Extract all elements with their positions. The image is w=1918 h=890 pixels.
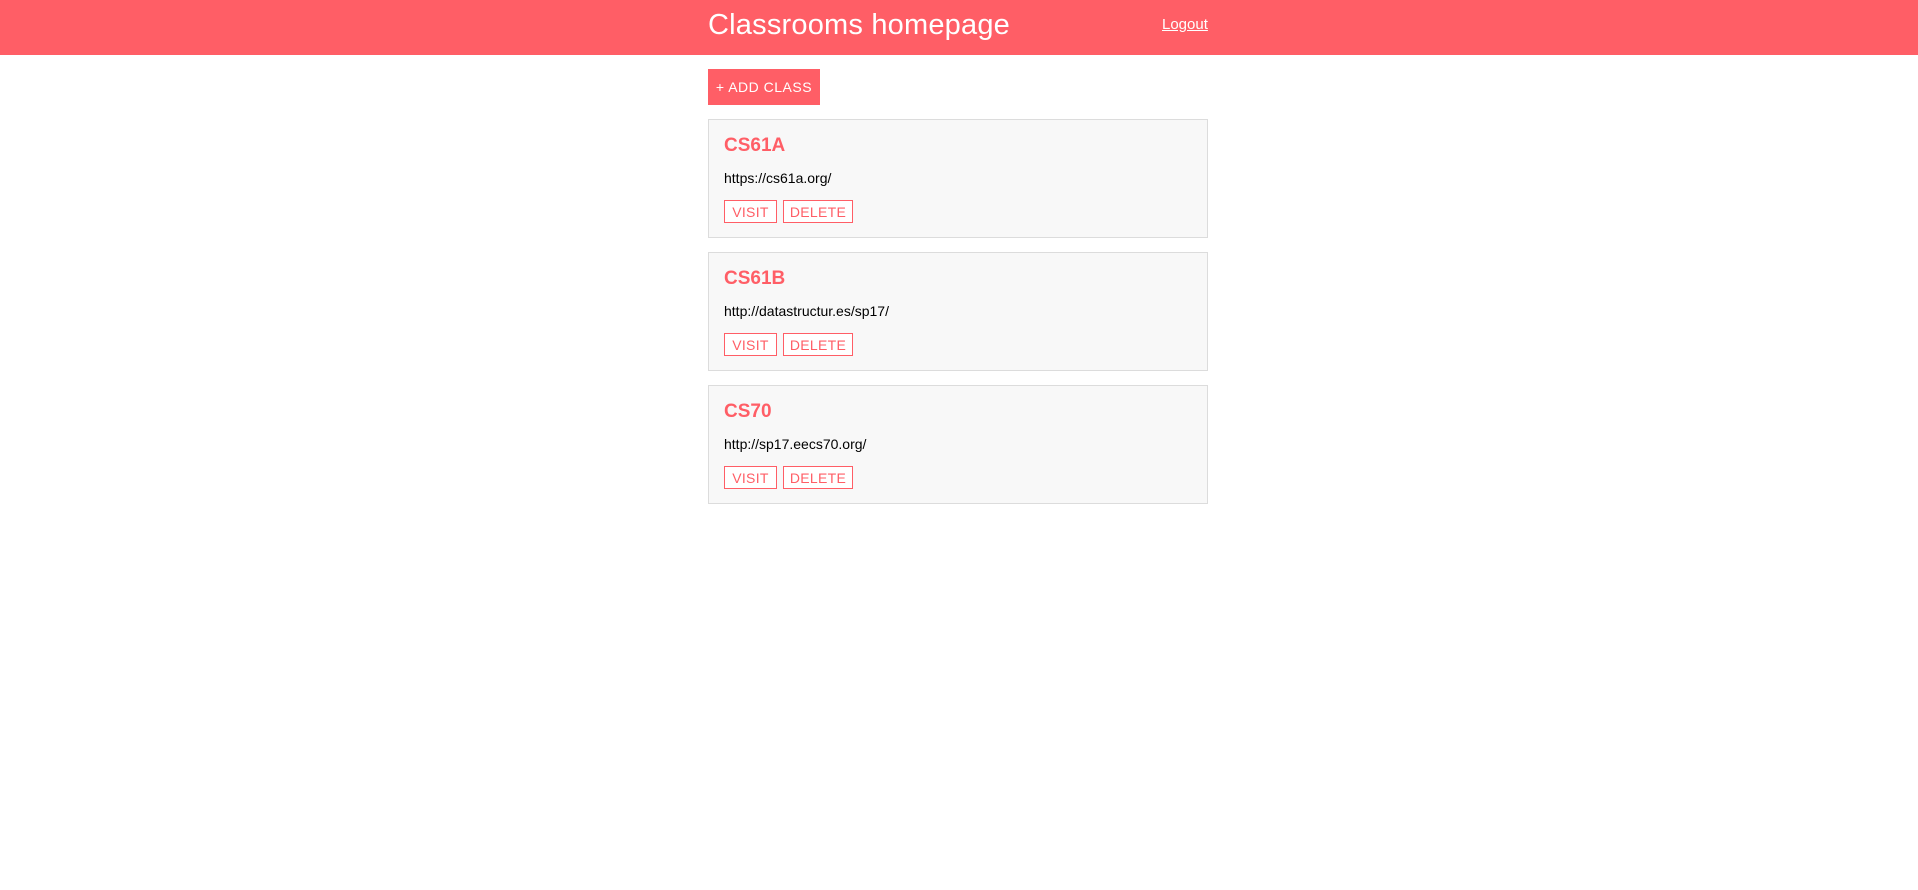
class-url: http://sp17.eecs70.org/ <box>724 436 867 452</box>
class-card: CS61A https://cs61a.org/ VISIT DELETE <box>708 119 1208 238</box>
visit-button[interactable]: VISIT <box>724 200 777 223</box>
class-card: CS61B http://datastructur.es/sp17/ VISIT… <box>708 252 1208 371</box>
delete-button[interactable]: DELETE <box>783 466 853 489</box>
app-header: Classrooms homepage Logout <box>0 0 1918 55</box>
class-name: CS70 <box>724 401 772 422</box>
delete-button[interactable]: DELETE <box>783 333 853 356</box>
visit-button[interactable]: VISIT <box>724 466 777 489</box>
class-url: http://datastructur.es/sp17/ <box>724 303 889 319</box>
class-name: CS61A <box>724 135 786 156</box>
class-card: CS70 http://sp17.eecs70.org/ VISIT DELET… <box>708 385 1208 504</box>
logout-link[interactable]: Logout <box>1162 16 1208 34</box>
class-url: https://cs61a.org/ <box>724 170 832 186</box>
class-name: CS61B <box>724 268 786 289</box>
add-class-button[interactable]: + ADD CLASS <box>708 69 820 105</box>
page-title: Classrooms homepage <box>708 9 1010 41</box>
visit-button[interactable]: VISIT <box>724 333 777 356</box>
delete-button[interactable]: DELETE <box>783 200 853 223</box>
